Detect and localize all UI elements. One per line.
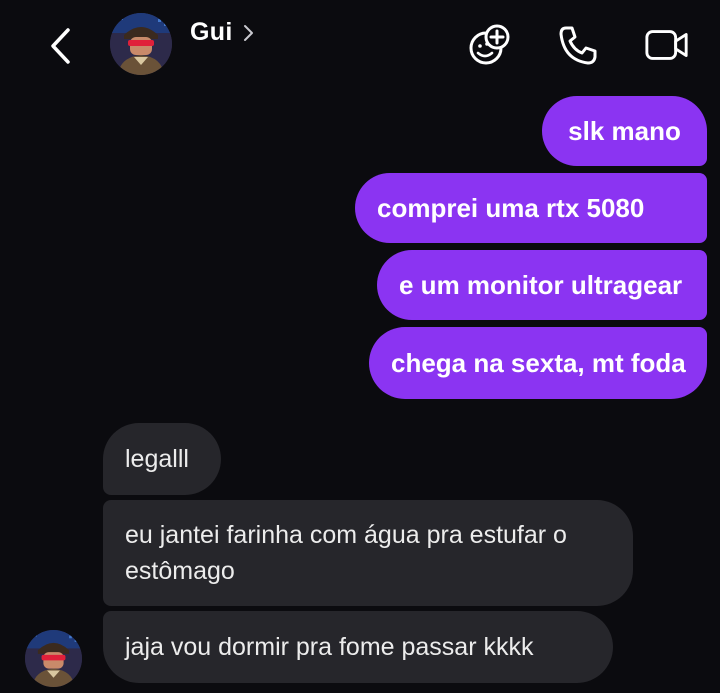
received-message[interactable]: jaja vou dormir pra fome passar kkkk bbox=[103, 611, 613, 683]
contact-avatar[interactable] bbox=[110, 13, 172, 75]
effects-button[interactable] bbox=[467, 22, 513, 68]
contact-name: Gui bbox=[190, 18, 233, 46]
contact-name-link[interactable]: Gui bbox=[190, 18, 255, 47]
chat-header: Gui bbox=[0, 0, 720, 90]
back-button[interactable] bbox=[40, 26, 80, 66]
back-arrow-icon bbox=[51, 28, 70, 64]
received-message[interactable]: eu jantei farinha com água pra estufar o… bbox=[103, 500, 633, 606]
chevron-right-icon bbox=[243, 24, 253, 41]
sticker-effects-icon bbox=[469, 24, 510, 65]
video-call-button[interactable] bbox=[644, 22, 690, 68]
sender-avatar[interactable] bbox=[25, 630, 82, 687]
phone-icon bbox=[559, 26, 597, 65]
received-message[interactable]: legalll bbox=[103, 423, 221, 495]
sent-message[interactable]: e um monitor ultragear bbox=[377, 250, 707, 320]
video-camera-icon bbox=[645, 30, 688, 60]
call-button[interactable] bbox=[555, 22, 601, 68]
sent-message[interactable]: chega na sexta, mt foda bbox=[369, 327, 707, 399]
sent-message[interactable]: slk mano bbox=[542, 96, 707, 166]
sent-message[interactable]: comprei uma rtx 5080 bbox=[355, 173, 707, 243]
